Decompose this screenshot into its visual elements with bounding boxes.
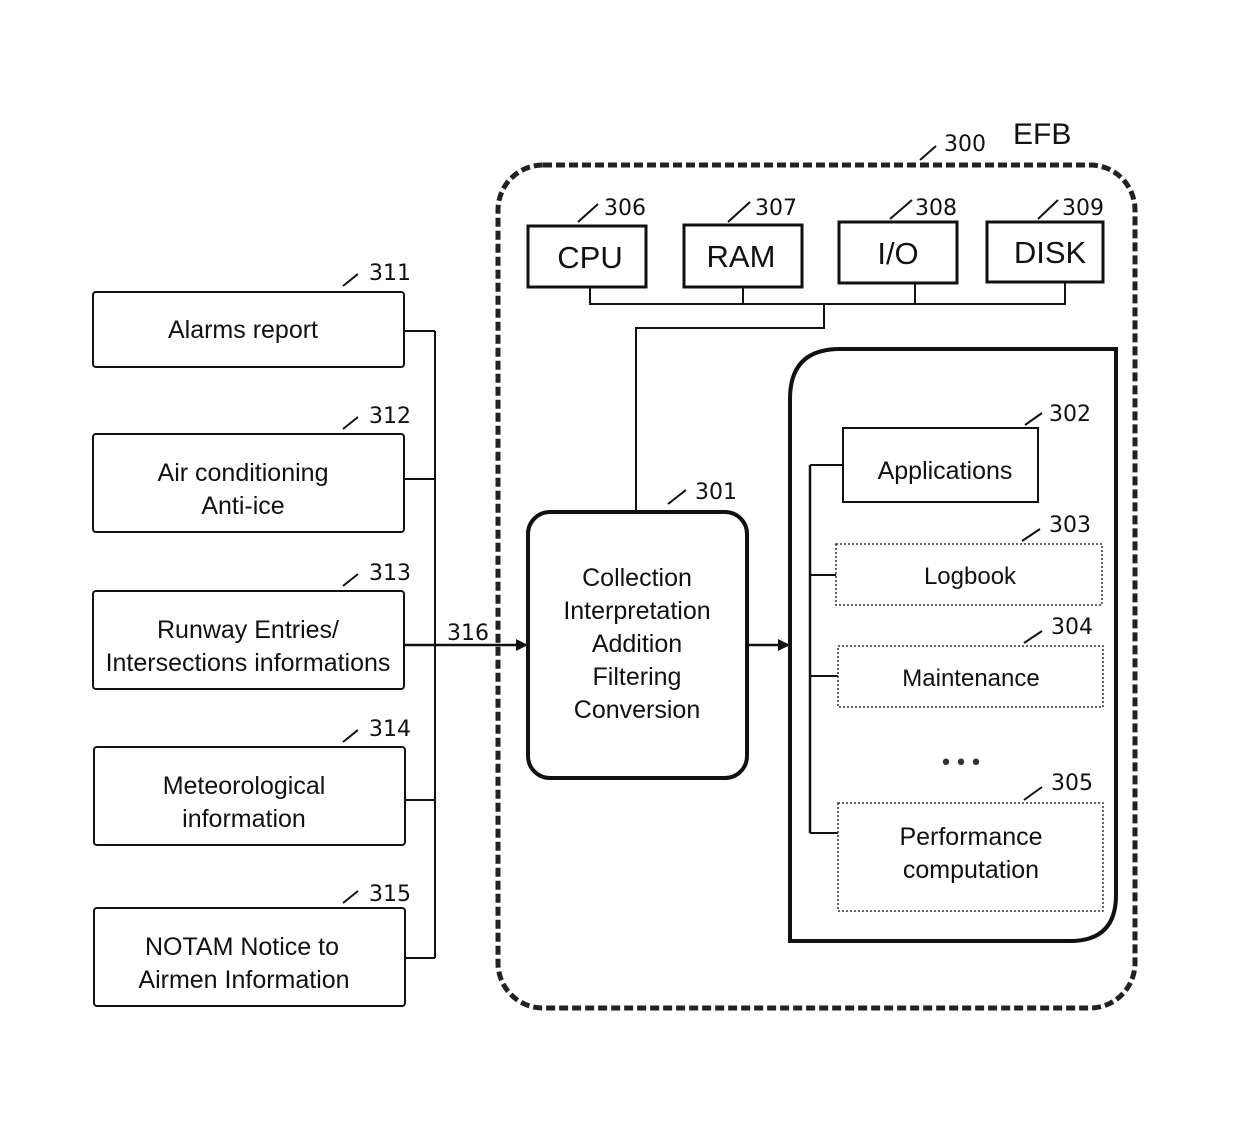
processor-line: Filtering [593, 663, 682, 691]
app-ref: 304 [1051, 615, 1093, 640]
app-label: Performance [899, 823, 1042, 851]
source-meteorological: Meteorological information 314 [93, 717, 411, 846]
source-label: information [182, 805, 306, 833]
app-ref: 303 [1049, 513, 1091, 538]
source-ref: 314 [369, 717, 411, 742]
processor-line: Addition [592, 630, 682, 658]
source-label: Anti-ice [201, 492, 284, 520]
hardware-cpu: CPU 306 [526, 196, 648, 289]
hardware-label: CPU [557, 240, 622, 275]
source-label: Air conditioning [158, 459, 329, 487]
source-label: Runway Entries/ [157, 616, 339, 644]
processor-ref: 301 [695, 480, 737, 505]
hardware-ref: 308 [915, 196, 957, 221]
processor-line: Interpretation [563, 597, 710, 625]
app-ref: 302 [1049, 402, 1091, 427]
hardware-ref: 309 [1062, 196, 1104, 221]
efb-ref: 300 [944, 132, 986, 157]
app-performance: Performance computation 305 [837, 771, 1104, 912]
source-label: Alarms report [168, 316, 318, 344]
hardware-label: RAM [707, 239, 776, 274]
source-ref: 311 [369, 261, 411, 286]
source-label: Intersections informations [106, 649, 391, 677]
processor-line: Collection [582, 564, 692, 592]
hardware-ref: 306 [604, 196, 646, 221]
app-maintenance: Maintenance 304 [837, 615, 1104, 708]
source-air-conditioning: Air conditioning Anti-ice 312 [92, 404, 411, 533]
hardware-io: I/O 308 [837, 196, 959, 285]
source-label: NOTAM Notice to [145, 933, 339, 961]
app-label: computation [903, 856, 1039, 884]
hardware-disk: DISK 309 [985, 196, 1105, 284]
processor-line: Conversion [574, 696, 700, 724]
processor-block: 301 Collection Interpretation Addition F… [526, 480, 749, 780]
app-label: Applications [878, 457, 1013, 485]
source-ref: 315 [369, 882, 411, 907]
app-label: Logbook [924, 563, 1017, 590]
hardware-label: I/O [877, 236, 918, 271]
more-apps-ellipsis: ••• [940, 751, 985, 776]
hardware-ref: 307 [755, 196, 797, 221]
efb-title: EFB [1013, 118, 1071, 151]
source-label: Airmen Information [138, 966, 349, 994]
applications-container [788, 347, 1118, 943]
source-runway: Runway Entries/ Intersections informatio… [92, 561, 411, 690]
app-applications: Applications 302 [842, 402, 1091, 503]
efb-diagram: 300 EFB CPU 306 RAM 307 I/O 308 DISK 309… [92, 118, 1138, 1011]
app-logbook: Logbook 303 [835, 513, 1103, 606]
hardware-label: DISK [1014, 235, 1087, 270]
app-ref: 305 [1051, 771, 1093, 796]
efb-ref-leader [919, 145, 937, 161]
source-ref: 313 [369, 561, 411, 586]
source-label: Meteorological [163, 772, 326, 800]
bus-ref: 316 [447, 621, 489, 646]
hardware-ram: RAM 307 [682, 196, 804, 289]
source-ref: 312 [369, 404, 411, 429]
source-alarms: Alarms report 311 [92, 261, 411, 368]
source-notam: NOTAM Notice to Airmen Information 315 [93, 882, 411, 1007]
app-label: Maintenance [902, 665, 1039, 692]
